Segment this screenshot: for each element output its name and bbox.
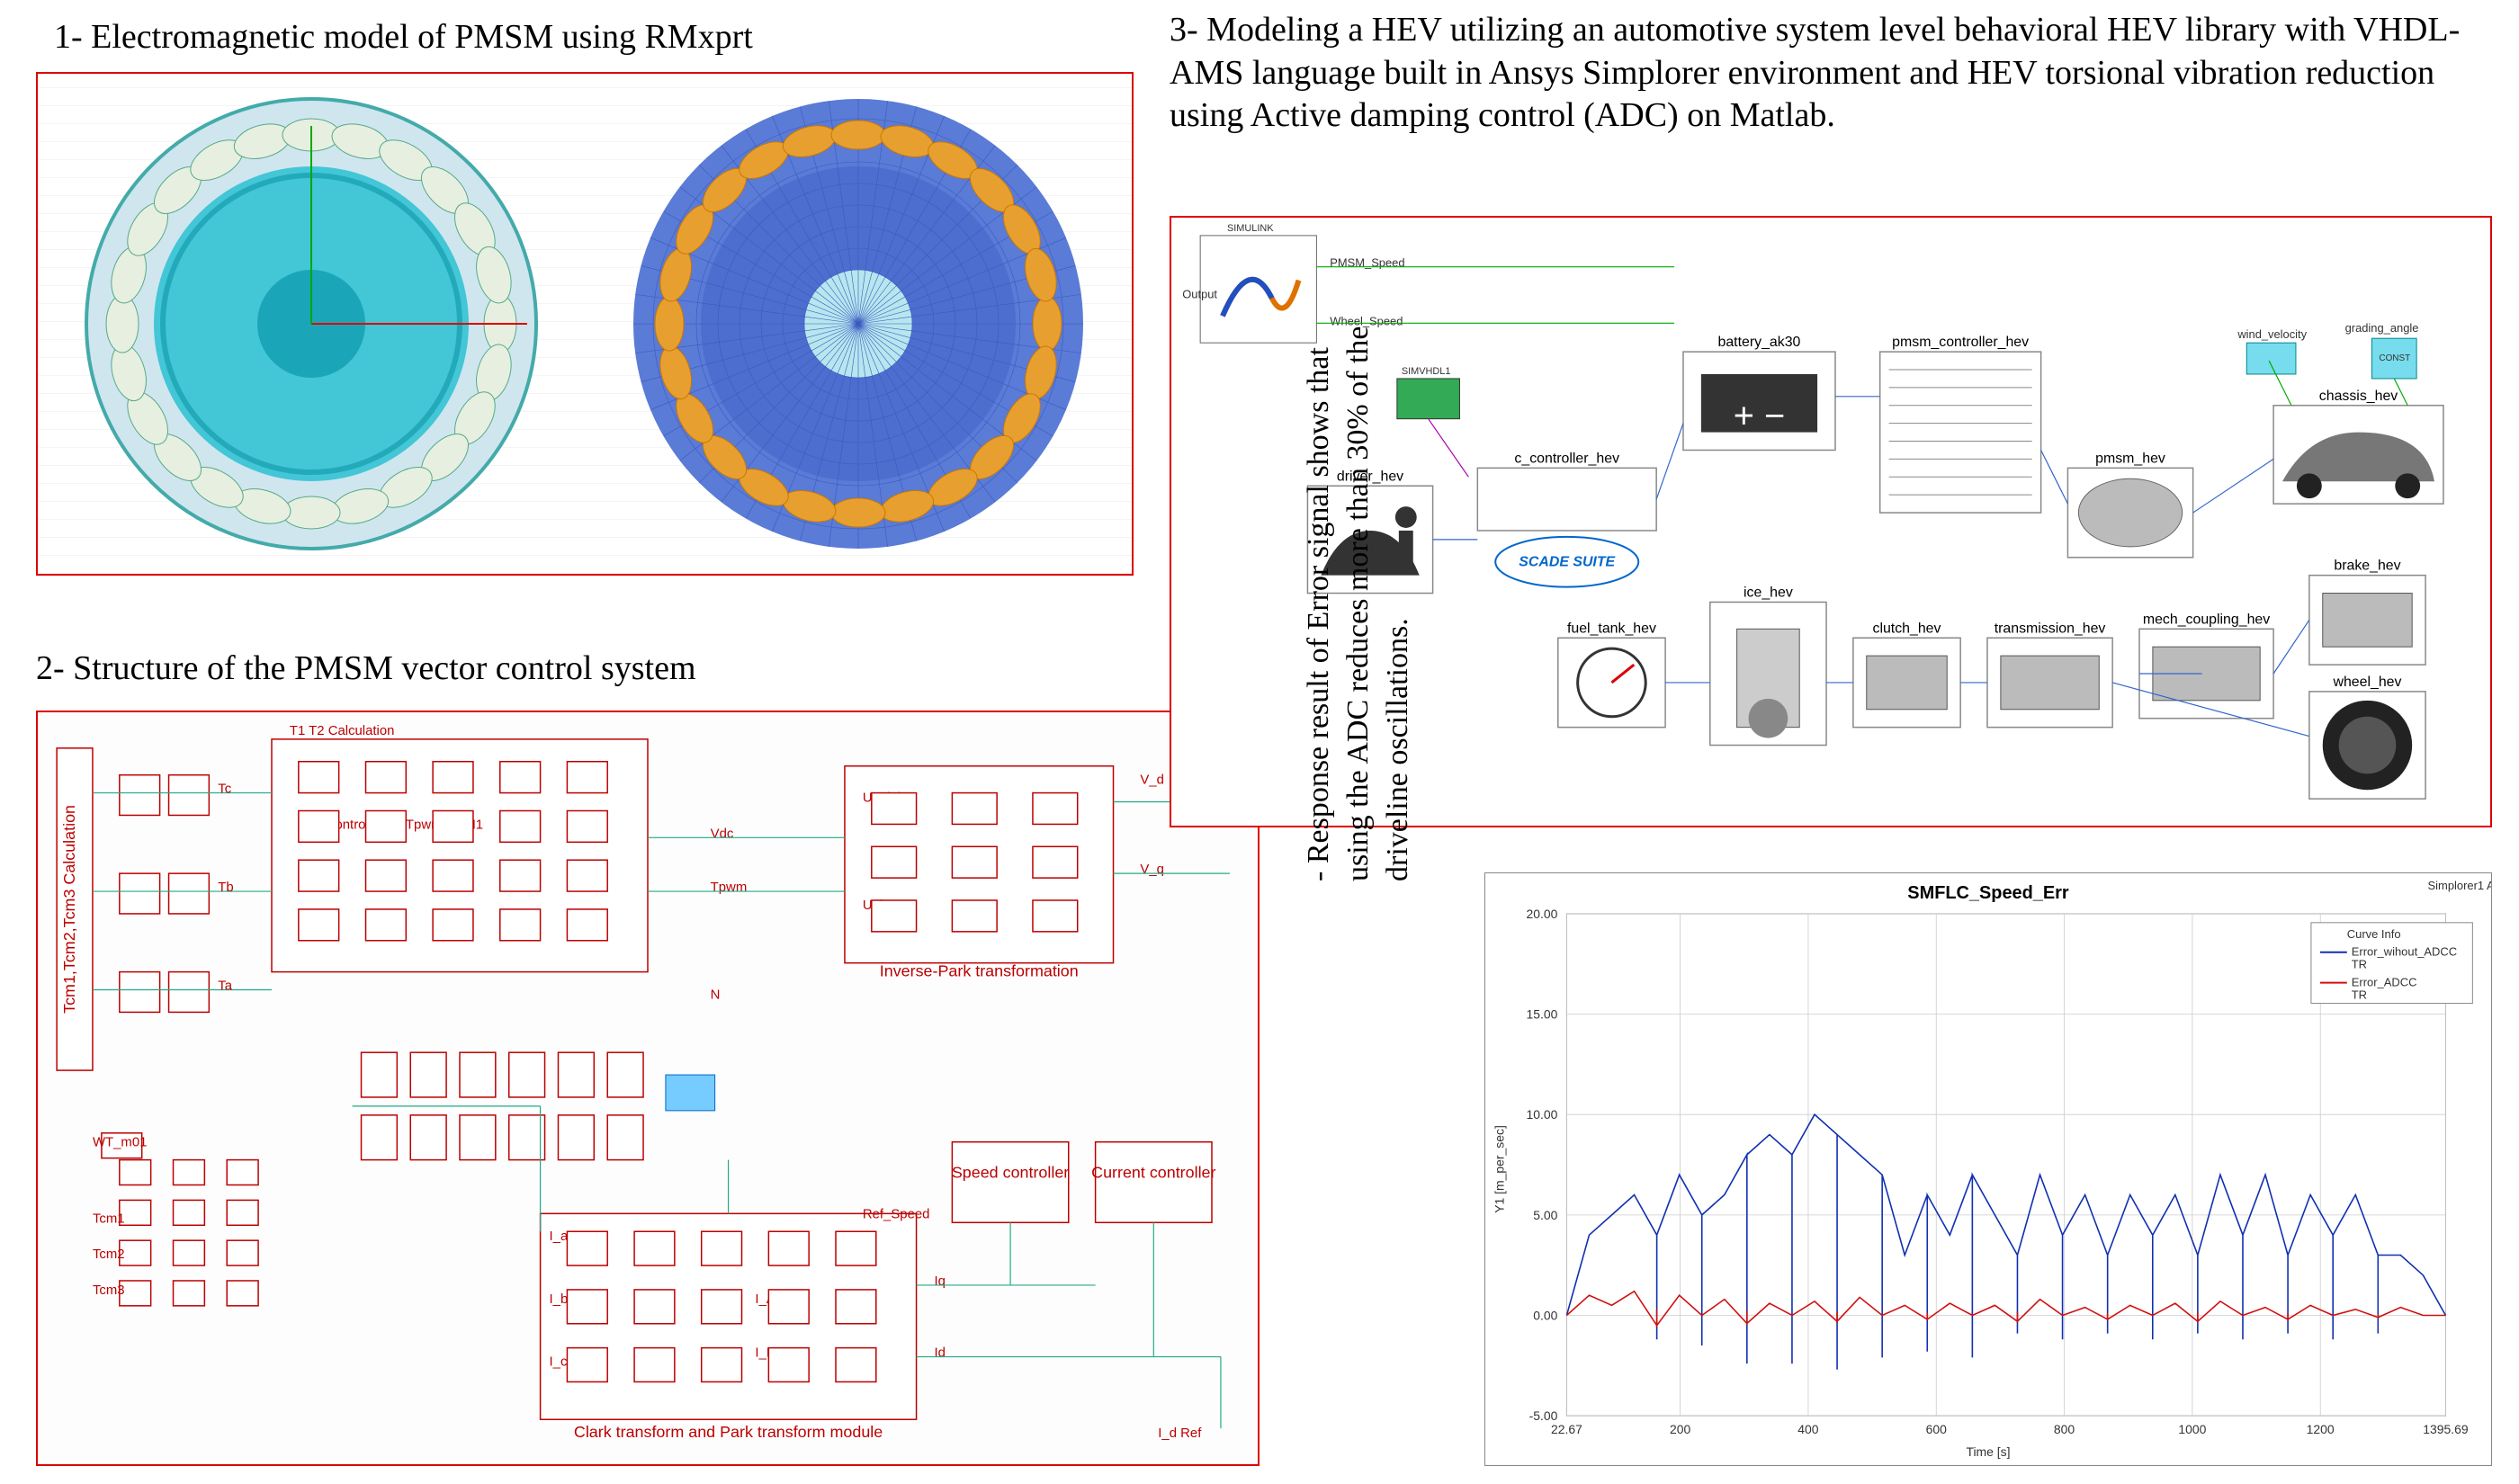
- svg-text:TR: TR: [2352, 958, 2367, 971]
- svg-text:Clark transform and Park trans: Clark transform and Park transform modul…: [574, 1423, 883, 1441]
- svg-text:10.00: 10.00: [1527, 1107, 1558, 1122]
- svg-text:TR: TR: [2352, 988, 2367, 1002]
- svg-text:Error_wihout_ADCC: Error_wihout_ADCC: [2352, 945, 2457, 959]
- svg-text:Id: Id: [934, 1345, 945, 1361]
- rmxprt-cross-section-left: [77, 90, 545, 558]
- svg-text:1200: 1200: [2307, 1422, 2335, 1436]
- svg-text:Tb: Tb: [218, 880, 233, 895]
- svg-text:Current controller: Current controller: [1091, 1164, 1215, 1182]
- svg-text:Tpwm: Tpwm: [711, 880, 748, 895]
- svg-text:I_a: I_a: [550, 1229, 569, 1244]
- svg-text:battery_ak30: battery_ak30: [1718, 335, 1801, 350]
- svg-text:c_controller_hev: c_controller_hev: [1514, 451, 1619, 466]
- svg-text:Y1 [m_per_sec]: Y1 [m_per_sec]: [1493, 1125, 1507, 1213]
- svg-text:Tcm1: Tcm1: [93, 1211, 125, 1226]
- heading-3: 3- Modeling a HEV utilizing an automotiv…: [1170, 9, 2483, 138]
- svg-text:Tcm2: Tcm2: [93, 1247, 125, 1262]
- svg-text:Inverse-Park transformation: Inverse-Park transformation: [880, 962, 1079, 980]
- svg-text:grading_angle: grading_angle: [2345, 321, 2419, 335]
- svg-text:Ta: Ta: [218, 979, 232, 994]
- heading-1: 1- Electromagnetic model of PMSM using R…: [54, 16, 753, 59]
- svg-text:brake_hev: brake_hev: [2334, 559, 2400, 574]
- svg-text:600: 600: [1926, 1422, 1948, 1436]
- heading-2: 2- Structure of the PMSM vector control …: [36, 648, 696, 691]
- svg-text:5.00: 5.00: [1533, 1208, 1557, 1222]
- svg-text:I_b: I_b: [550, 1292, 569, 1307]
- svg-text:20.00: 20.00: [1527, 907, 1558, 921]
- svg-text:ice_hev: ice_hev: [1744, 586, 1793, 601]
- svg-text:WT_m01: WT_m01: [93, 1135, 147, 1150]
- svg-text:fuel_tank_hev: fuel_tank_hev: [1567, 621, 1656, 636]
- chart-title: SMFLC_Speed_Err: [1907, 883, 2069, 903]
- svg-text:200: 200: [1670, 1422, 1691, 1436]
- svg-text:-5.00: -5.00: [1529, 1408, 1558, 1423]
- svg-text:PMSM_Speed: PMSM_Speed: [1330, 256, 1404, 270]
- panel-vector-control: Tcm1,Tcm2,Tcm3 Calculation T1 T2 Calcula…: [36, 711, 1260, 1466]
- svg-text:1395.69: 1395.69: [2423, 1422, 2469, 1436]
- svg-text:Ref_Speed: Ref_Speed: [863, 1206, 930, 1221]
- svg-text:V_d: V_d: [1140, 773, 1164, 788]
- svg-text:CONST: CONST: [2379, 353, 2410, 363]
- svg-text:0.00: 0.00: [1533, 1308, 1557, 1322]
- svg-text:T1 T2 Calculation: T1 T2 Calculation: [290, 723, 395, 738]
- chart-side-caption: - Response result of Error signal shows …: [1299, 306, 1419, 881]
- panel-em-model: [36, 72, 1134, 576]
- svg-text:15.00: 15.00: [1527, 1007, 1558, 1022]
- svg-text:V_q: V_q: [1140, 862, 1164, 877]
- svg-text:pmsm_controller_hev: pmsm_controller_hev: [1892, 335, 2029, 350]
- svg-text:Iq: Iq: [934, 1274, 945, 1289]
- svg-text:Tcm1,Tcm2,Tcm3 Calculation: Tcm1,Tcm2,Tcm3 Calculation: [60, 805, 78, 1014]
- svg-text:22.67: 22.67: [1551, 1422, 1582, 1436]
- svg-text:transmission_hev: transmission_hev: [1995, 621, 2106, 636]
- svg-text:Tcm3: Tcm3: [93, 1283, 125, 1298]
- svg-text:Speed controller: Speed controller: [952, 1164, 1069, 1182]
- svg-text:400: 400: [1797, 1422, 1819, 1436]
- svg-text:wheel_hev: wheel_hev: [2332, 675, 2401, 690]
- svg-text:800: 800: [2054, 1422, 2075, 1436]
- svg-text:SIMULINK: SIMULINK: [1227, 223, 1274, 234]
- svg-text:wind_velocity: wind_velocity: [2237, 327, 2307, 341]
- svg-text:chassis_hev: chassis_hev: [2319, 389, 2398, 404]
- svg-text:N: N: [711, 987, 721, 1002]
- svg-text:Tc: Tc: [218, 782, 231, 797]
- svg-text:I_c: I_c: [550, 1354, 568, 1370]
- svg-text:pmsm_hev: pmsm_hev: [2095, 451, 2165, 466]
- svg-text:Vdc: Vdc: [711, 826, 734, 841]
- svg-text:Simplorer1 ANSYS: Simplorer1 ANSYS: [2428, 879, 2491, 892]
- svg-text:SCADE SUITE: SCADE SUITE: [1519, 555, 1615, 570]
- svg-text:I_d Ref: I_d Ref: [1158, 1426, 1202, 1441]
- rmxprt-mesh-right: [624, 90, 1092, 558]
- svg-text:Curve Info: Curve Info: [2347, 927, 2401, 941]
- svg-text:Time [s]: Time [s]: [1966, 1444, 2010, 1459]
- svg-text:Error_ADCC: Error_ADCC: [2352, 976, 2417, 989]
- svg-text:mech_coupling_hev: mech_coupling_hev: [2143, 612, 2270, 627]
- svg-text:Output: Output: [1182, 287, 1217, 300]
- svg-text:1000: 1000: [2178, 1422, 2206, 1436]
- svg-text:+ −: + −: [1734, 397, 1785, 436]
- panel-smflc-chart: SMFLC_Speed_Err Simplorer1 ANSYS Time [s…: [1484, 872, 2492, 1466]
- svg-text:clutch_hev: clutch_hev: [1873, 621, 1941, 636]
